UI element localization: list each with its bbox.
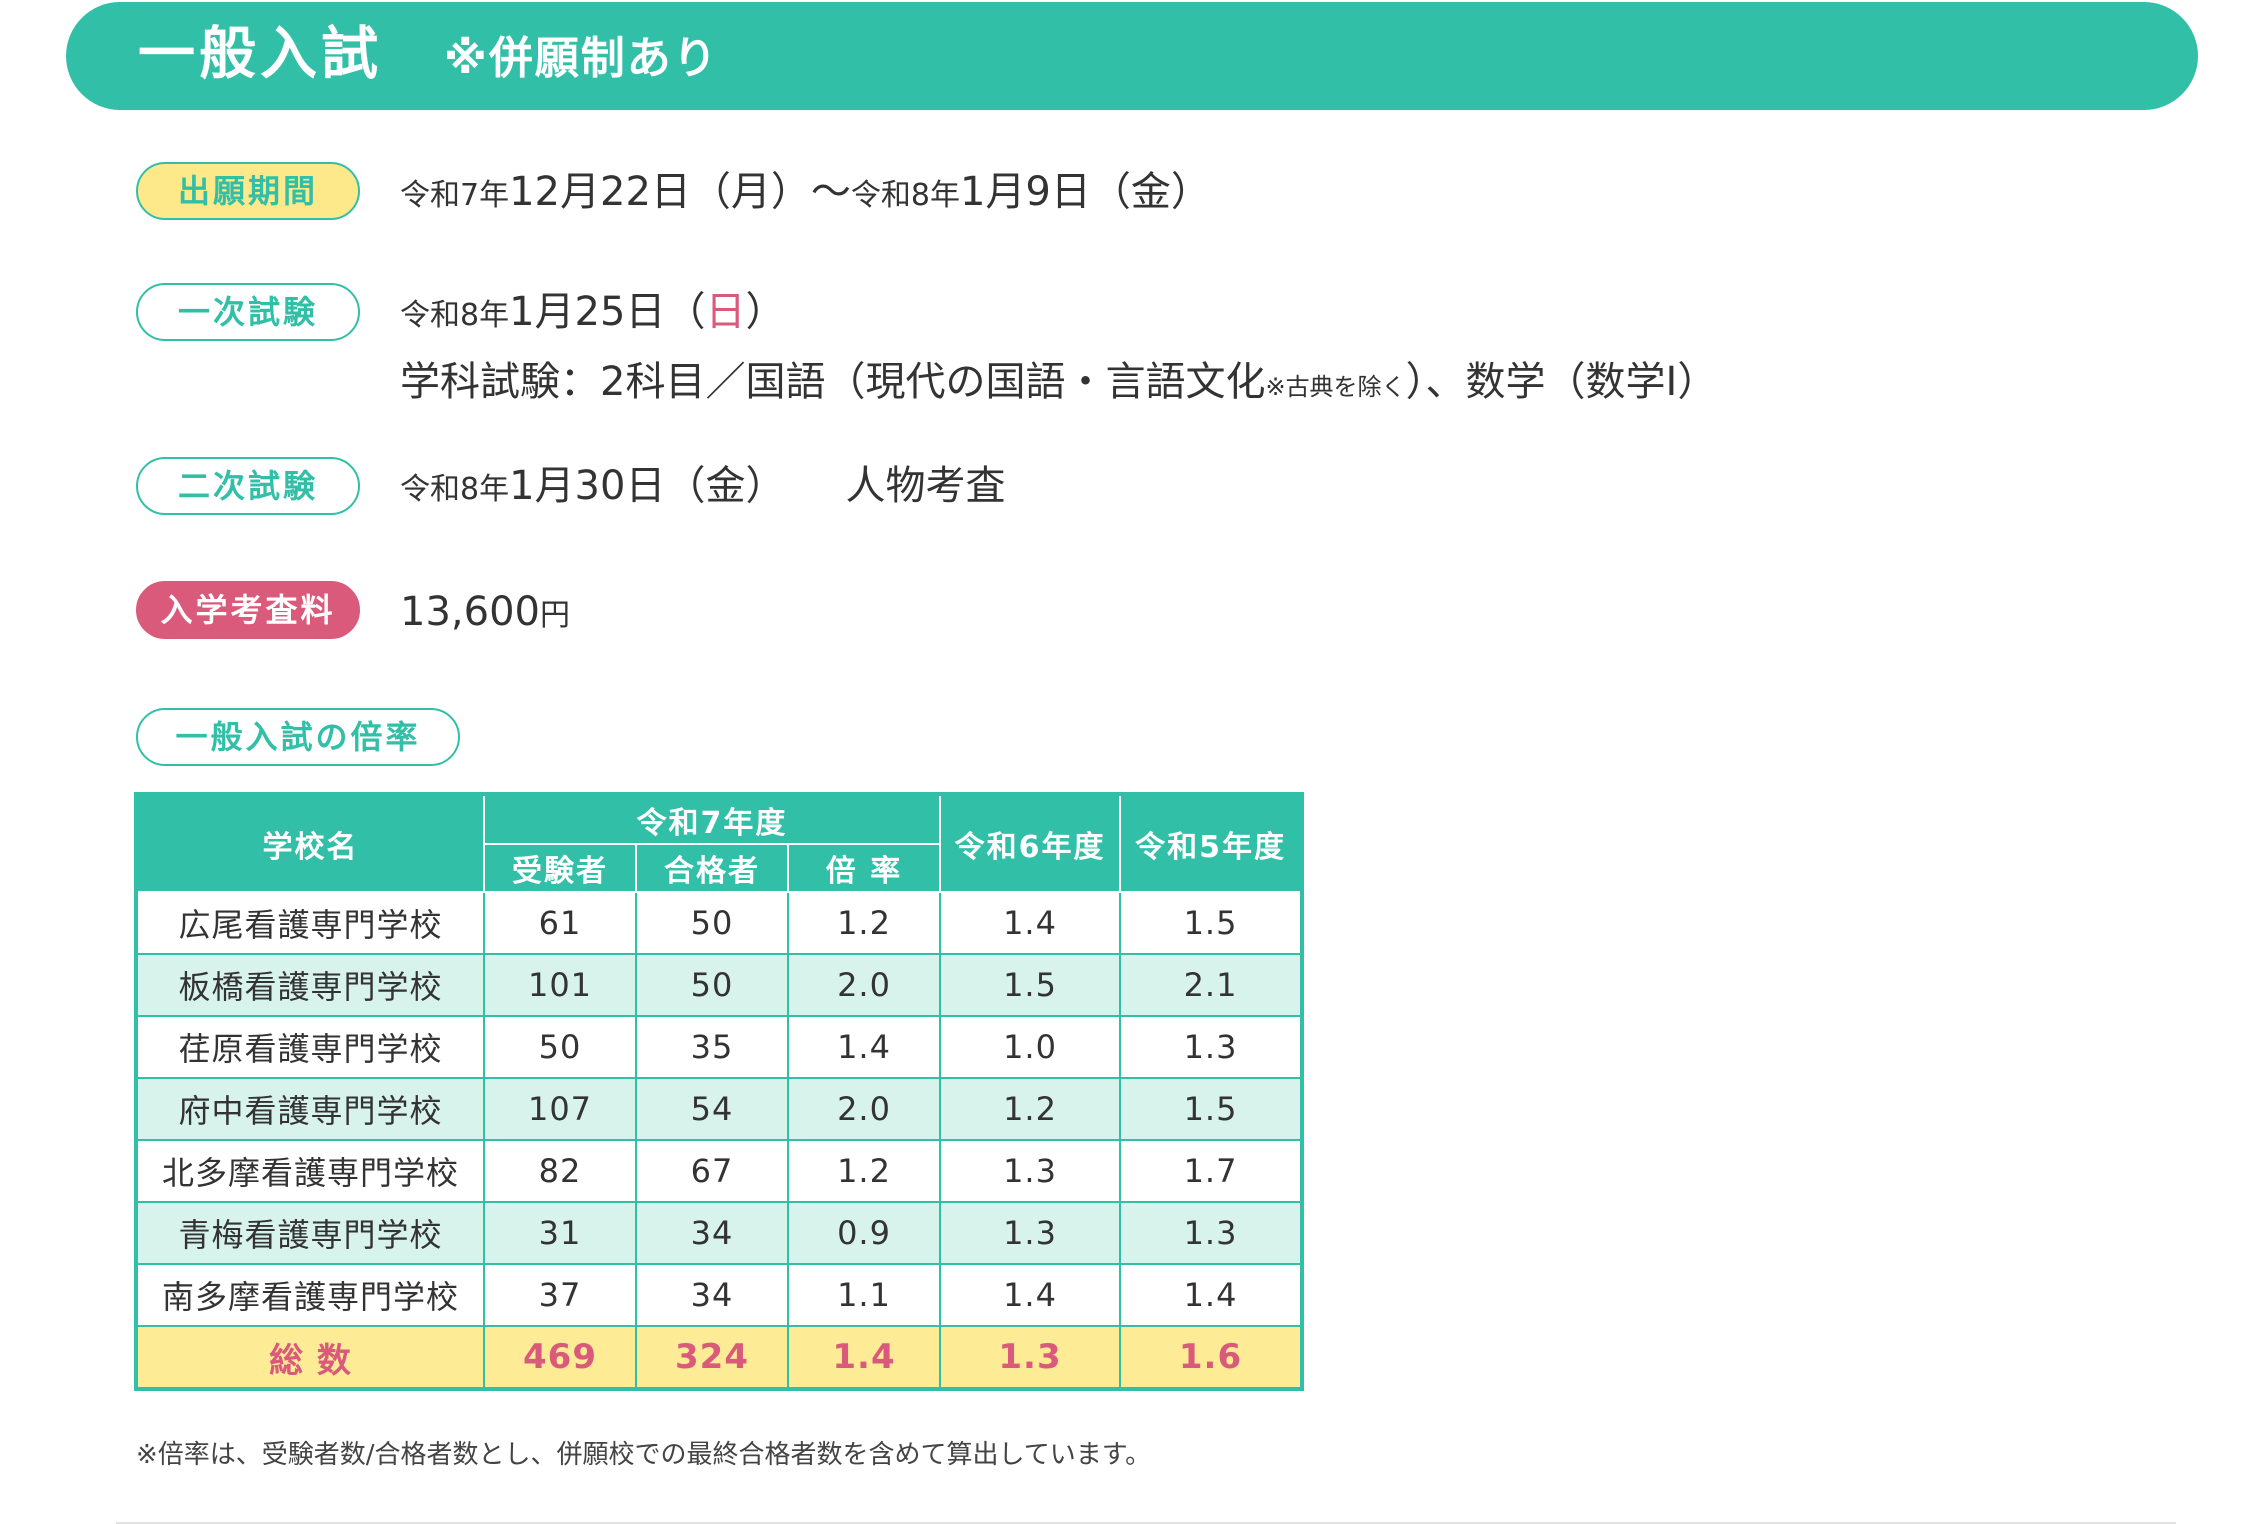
total-label: 総 数 [135, 1325, 485, 1390]
first-exam-date-close: ） [745, 289, 786, 335]
second-exam-date: 1月30日（金） [509, 463, 786, 509]
rate-cell: 1.4 [786, 1015, 942, 1079]
rate-cell: 1.2 [786, 1139, 942, 1203]
first-exam-label: 一次試験 [136, 283, 360, 341]
school-name: 北多摩看護専門学校 [135, 1139, 485, 1203]
application-period-label: 出願期間 [136, 162, 360, 220]
total-passed: 324 [635, 1325, 789, 1390]
applicants-cell: 101 [483, 953, 637, 1017]
r6-rate-cell: 1.3 [939, 1139, 1122, 1203]
passed-cell: 35 [635, 1015, 789, 1079]
table-row: 南多摩看護専門学校 37 34 1.1 1.4 1.4 [135, 1263, 1304, 1327]
first-exam-era: 令和8年 [400, 298, 510, 333]
table-row: 府中看護専門学校 107 54 2.0 1.2 1.5 [135, 1077, 1304, 1141]
passed-cell: 50 [635, 953, 789, 1017]
r6-rate-cell: 1.0 [939, 1015, 1122, 1079]
rates-section-label: 一般入試の倍率 [136, 708, 460, 766]
passed-cell: 34 [635, 1201, 789, 1265]
first-exam-date: 令和8年1月25日（日） [400, 286, 785, 342]
applicants-cell: 37 [483, 1263, 637, 1327]
applicants-cell: 50 [483, 1015, 637, 1079]
footnote: ※倍率は、受験者数/合格者数とし、併願校での最終合格者数を含めて算出しています。 [136, 1440, 1152, 1470]
rate-cell: 1.1 [786, 1263, 942, 1327]
header-r7-rate: 倍 率 [786, 843, 942, 893]
r5-rate-cell: 1.5 [1119, 891, 1304, 955]
applicants-cell: 61 [483, 891, 637, 955]
header-school: 学校名 [135, 793, 485, 893]
table-row: 板橋看護専門学校 101 50 2.0 1.5 2.1 [135, 953, 1304, 1017]
table-row: 荏原看護専門学校 50 35 1.4 1.0 1.3 [135, 1015, 1304, 1079]
first-exam-subjects-note: ※古典を除く [1265, 373, 1406, 401]
r6-rate-cell: 1.4 [939, 1263, 1122, 1327]
table-row: 北多摩看護専門学校 82 67 1.2 1.3 1.7 [135, 1139, 1304, 1203]
r5-rate-cell: 1.3 [1119, 1201, 1304, 1265]
first-exam-weekday: 日 [705, 289, 746, 335]
application-end-era: 令和8年 [850, 178, 960, 213]
r6-rate-cell: 1.2 [939, 1077, 1122, 1141]
total-r6-rate: 1.3 [939, 1325, 1122, 1390]
table-row: 青梅看護専門学校 31 34 0.9 1.3 1.3 [135, 1201, 1304, 1265]
table-row: 広尾看護専門学校 61 50 1.2 1.4 1.5 [135, 891, 1304, 955]
first-exam-date-text: 1月25日（ [509, 289, 706, 335]
r5-rate-cell: 2.1 [1119, 953, 1304, 1017]
exam-fee-text: 13,600円 [400, 586, 570, 642]
exam-fee-label: 入学考査料 [136, 581, 360, 639]
first-exam-subjects-tail: ）、数学（数学Ⅰ） [1405, 359, 1718, 405]
second-exam-text: 令和8年1月30日（金） 人物考査 [400, 460, 1005, 516]
application-start-date: 12月22日（月） [509, 169, 811, 215]
passed-cell: 50 [635, 891, 789, 955]
application-period-text: 令和7年12月22日（月）〜令和8年1月9日（金） [400, 166, 1211, 222]
school-name: 板橋看護専門学校 [135, 953, 485, 1017]
total-rate: 1.4 [786, 1325, 942, 1390]
total-r5-rate: 1.6 [1119, 1325, 1304, 1390]
header-r7-applicants: 受験者 [483, 843, 637, 893]
application-end-date: 1月9日（金） [959, 169, 1211, 215]
r5-rate-cell: 1.4 [1119, 1263, 1304, 1327]
rate-cell: 2.0 [786, 953, 942, 1017]
rates-table: 学校名 令和7年度 令和6年度 令和5年度 受験者 合格者 倍 率 広尾看護専門… [134, 792, 1305, 1391]
total-applicants: 469 [483, 1325, 637, 1390]
r5-rate-cell: 1.3 [1119, 1015, 1304, 1079]
school-name: 荏原看護専門学校 [135, 1015, 485, 1079]
section-note: ※併願制あり [444, 33, 719, 84]
second-exam-content: 人物考査 [845, 463, 1006, 509]
applicants-cell: 31 [483, 1201, 637, 1265]
header-r6: 令和6年度 [939, 793, 1122, 893]
passed-cell: 67 [635, 1139, 789, 1203]
header-r5: 令和5年度 [1119, 793, 1304, 893]
passed-cell: 34 [635, 1263, 789, 1327]
rate-cell: 0.9 [786, 1201, 942, 1265]
section-title: 一般入試 [138, 21, 382, 87]
r6-rate-cell: 1.4 [939, 891, 1122, 955]
school-name: 青梅看護専門学校 [135, 1201, 485, 1265]
exam-fee-amount: 13,600 [400, 589, 540, 635]
applicants-cell: 82 [483, 1139, 637, 1203]
section-header: 一般入試 ※併願制あり [66, 2, 2198, 110]
table-total-row: 総 数 469 324 1.4 1.3 1.6 [135, 1325, 1304, 1390]
first-exam-subjects-main: 学科試験：2科目／国語（現代の国語・言語文化 [400, 359, 1266, 405]
r5-rate-cell: 1.5 [1119, 1077, 1304, 1141]
r5-rate-cell: 1.7 [1119, 1139, 1304, 1203]
exam-fee-unit: 円 [539, 598, 570, 633]
second-exam-label: 二次試験 [136, 457, 360, 515]
school-name: 広尾看護専門学校 [135, 891, 485, 955]
r6-rate-cell: 1.5 [939, 953, 1122, 1017]
school-name: 南多摩看護専門学校 [135, 1263, 485, 1327]
applicants-cell: 107 [483, 1077, 637, 1141]
rate-cell: 1.2 [786, 891, 942, 955]
r6-rate-cell: 1.3 [939, 1201, 1122, 1265]
application-tilde: 〜 [810, 169, 851, 215]
school-name: 府中看護専門学校 [135, 1077, 485, 1141]
header-r7-passed: 合格者 [635, 843, 789, 893]
passed-cell: 54 [635, 1077, 789, 1141]
application-start-era: 令和7年 [400, 178, 510, 213]
rate-cell: 2.0 [786, 1077, 942, 1141]
header-r7: 令和7年度 [482, 793, 942, 845]
first-exam-subjects: 学科試験：2科目／国語（現代の国語・言語文化※古典を除く）、数学（数学Ⅰ） [400, 356, 1717, 413]
second-exam-era: 令和8年 [400, 472, 510, 507]
